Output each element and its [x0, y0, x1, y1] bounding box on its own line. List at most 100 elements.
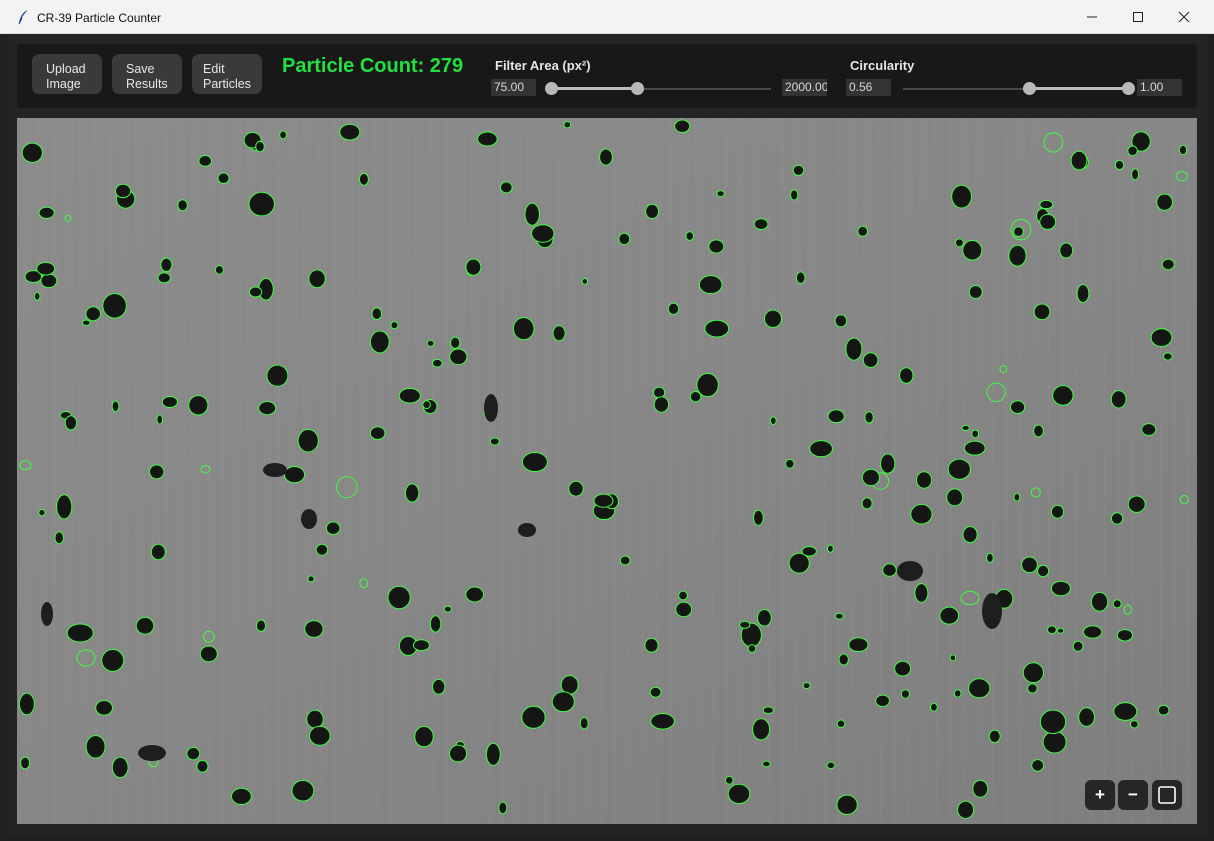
particle-outline[interactable] — [788, 552, 810, 574]
particle-outline[interactable] — [862, 352, 879, 369]
particle-outline[interactable] — [56, 494, 73, 520]
particle-outline[interactable] — [477, 131, 498, 147]
particle-outline[interactable] — [1013, 226, 1024, 237]
particle-outline[interactable] — [689, 391, 702, 403]
particle-outline[interactable] — [1127, 145, 1138, 157]
particle-outline[interactable] — [217, 172, 230, 185]
cr39-microscope-image[interactable] — [17, 118, 1197, 824]
particle-outline[interactable] — [1114, 159, 1125, 171]
particle-outline[interactable] — [489, 437, 500, 446]
particle-outline[interactable] — [619, 555, 631, 566]
filter-area-min-field[interactable]: 75.00 — [491, 79, 536, 96]
particle-outline[interactable] — [1076, 284, 1090, 303]
particle-outline[interactable] — [1033, 303, 1051, 321]
particle-outline[interactable] — [101, 648, 125, 672]
particle-outline[interactable] — [971, 429, 980, 439]
particle-outline[interactable] — [38, 206, 55, 219]
particle-outline[interactable] — [747, 644, 757, 653]
particle-outline[interactable] — [962, 240, 983, 261]
particle-outline[interactable] — [1130, 720, 1139, 729]
zoom-out-button[interactable]: − — [1118, 780, 1148, 810]
particle-outline[interactable] — [802, 682, 811, 690]
particle-outline[interactable] — [412, 639, 430, 652]
particle-outline[interactable] — [66, 623, 94, 643]
particle-outline[interactable] — [308, 269, 326, 289]
circularity-max-handle[interactable] — [1122, 82, 1135, 95]
particle-outline[interactable] — [762, 760, 771, 768]
particle-outline[interactable] — [653, 396, 670, 413]
particle-outline[interactable] — [1033, 424, 1044, 438]
particle-outline[interactable] — [465, 586, 485, 603]
particle-outline[interactable] — [1116, 629, 1134, 642]
filter-area-min-handle[interactable] — [545, 82, 558, 95]
particle-outline[interactable] — [809, 440, 833, 458]
particle-outline[interactable] — [826, 761, 836, 770]
particle-outline[interactable] — [431, 358, 443, 368]
particle-outline[interactable] — [644, 637, 659, 653]
particle-outline[interactable] — [358, 172, 369, 186]
particle-outline[interactable] — [875, 694, 890, 707]
particle-outline[interactable] — [792, 164, 805, 176]
particle-outline[interactable] — [199, 645, 218, 663]
particle-outline[interactable] — [521, 705, 546, 729]
particle-outline[interactable] — [946, 488, 964, 507]
circularity-max-field[interactable]: 1.00 — [1137, 79, 1182, 96]
particle-outline[interactable] — [757, 609, 772, 627]
particle-outline[interactable] — [568, 480, 584, 497]
particle-outline[interactable] — [255, 140, 265, 153]
particle-outline[interactable] — [653, 386, 666, 399]
particle-outline[interactable] — [111, 400, 120, 413]
particle-outline[interactable] — [1027, 683, 1038, 694]
particle-outline[interactable] — [579, 716, 589, 730]
particle-outline[interactable] — [426, 339, 435, 347]
particle-outline[interactable] — [1059, 242, 1074, 259]
particle-outline[interactable] — [196, 759, 209, 773]
minimize-button[interactable] — [1069, 0, 1115, 34]
particle-outline[interactable] — [449, 744, 468, 763]
particle-outline[interactable] — [649, 686, 662, 698]
particle-outline[interactable] — [834, 314, 848, 328]
particle-outline[interactable] — [307, 575, 315, 583]
filter-area-max-field[interactable]: 2000.00 — [782, 79, 827, 96]
particle-outline[interactable] — [678, 590, 688, 601]
particle-outline[interactable] — [930, 702, 938, 712]
particle-outline[interactable] — [704, 319, 730, 338]
particle-outline[interactable] — [1150, 328, 1173, 348]
particle-outline[interactable] — [795, 271, 806, 284]
particle-outline[interactable] — [698, 275, 723, 295]
particle-outline[interactable] — [102, 293, 127, 319]
particle-outline[interactable] — [160, 257, 173, 273]
particle-outline[interactable] — [1070, 150, 1088, 171]
particle-outline[interactable] — [986, 552, 994, 564]
particle-outline[interactable] — [949, 654, 957, 662]
particle-outline[interactable] — [708, 239, 725, 254]
particle-outline[interactable] — [115, 183, 132, 199]
particle-outline[interactable] — [214, 265, 224, 275]
particle-outline[interactable] — [258, 401, 277, 416]
particle-outline[interactable] — [727, 783, 751, 805]
particle-outline[interactable] — [524, 202, 540, 226]
particle-outline[interactable] — [857, 225, 869, 237]
particle-outline[interactable] — [156, 414, 163, 425]
particle-outline[interactable] — [231, 787, 252, 806]
zoom-in-button[interactable]: + — [1085, 780, 1115, 810]
particle-outline[interactable] — [1010, 400, 1026, 415]
particle-outline[interactable] — [650, 713, 675, 730]
circularity-min-field[interactable]: 0.56 — [846, 79, 891, 96]
particle-outline[interactable] — [54, 531, 65, 545]
particle-outline[interactable] — [581, 278, 589, 285]
particle-outline[interactable] — [390, 321, 399, 330]
particle-outline[interactable] — [1008, 244, 1027, 267]
particle-outline[interactable] — [769, 416, 777, 426]
particle-outline[interactable] — [957, 800, 975, 819]
particle-outline[interactable] — [1047, 625, 1057, 635]
particle-outline[interactable] — [1157, 704, 1170, 716]
particle-outline[interactable] — [1156, 193, 1173, 211]
particle-outline[interactable] — [1163, 352, 1173, 361]
particle-outline[interactable] — [848, 637, 869, 653]
particle-outline[interactable] — [95, 700, 113, 716]
maximize-button[interactable] — [1115, 0, 1161, 34]
particle-outline[interactable] — [834, 612, 844, 620]
particle-outline[interactable] — [81, 319, 91, 327]
particle-outline[interactable] — [198, 155, 212, 167]
